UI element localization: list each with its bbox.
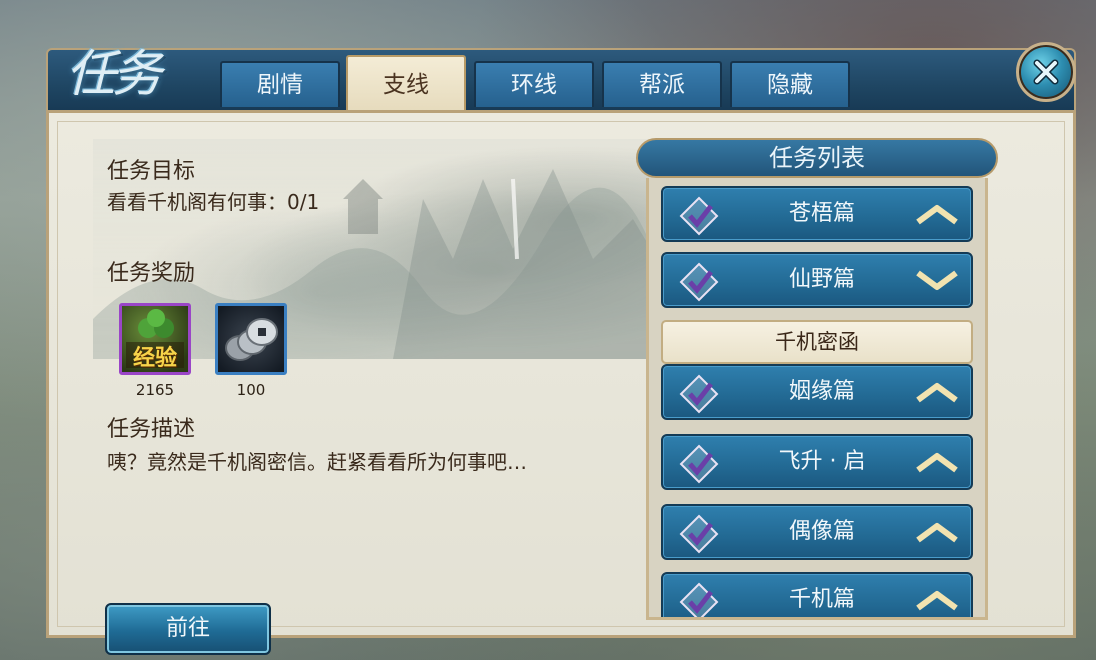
chevron-up-icon [916,453,958,473]
check-diamond-icon [679,582,719,617]
chevron-up-icon [916,383,958,403]
reward-heading: 任务奖励 [107,261,196,286]
close-icon [1033,59,1059,85]
tab-guild[interactable]: 帮派 [602,61,722,107]
quest-list[interactable]: 苍梧篇 仙野篇 千机密函 姻缘篇 飞升 · 启 偶像篇 千机篇 [646,178,988,620]
quest-group-xianye[interactable]: 仙野篇 [661,252,973,308]
goto-button[interactable]: 前往 [105,603,271,655]
chevron-up-icon [916,591,958,611]
quest-list-header: 任务列表 [636,138,998,178]
tab-side[interactable]: 支线 [346,55,466,111]
quest-group-label: 飞升 · 启 [778,449,866,474]
check-diamond-icon [679,444,719,484]
chevron-down-icon [916,270,958,290]
check-diamond-icon [679,196,719,236]
tab-loop[interactable]: 环线 [474,61,594,107]
quest-group-label: 偶像篇 [788,519,855,544]
exp-label: 经验 [132,346,177,371]
coin-stack-icon [225,318,278,361]
close-button[interactable] [1016,42,1076,102]
tab-hidden[interactable]: 隐藏 [730,61,850,107]
quest-group-label: 姻缘篇 [788,379,855,404]
quest-group-qianji[interactable]: 千机篇 [661,572,973,617]
quest-group-feisheng[interactable]: 飞升 · 启 [661,434,973,490]
check-diamond-icon [679,262,719,302]
quest-group-yinyuan[interactable]: 姻缘篇 [661,364,973,420]
quest-group-label: 千机篇 [788,587,855,612]
quest-item-qianji-letter[interactable]: 千机密函 [661,320,973,364]
check-diamond-icon [679,514,719,554]
quest-group-label: 仙野篇 [788,267,855,292]
desc-text: 咦？竟然是千机阁密信。赶紧看看所为何事吧… [107,450,527,474]
goal-text: 看看千机阁有何事：0/1 [107,190,320,214]
reward-exp[interactable]: 经验 [119,303,191,375]
quest-group-cangwu[interactable]: 苍梧篇 [661,186,973,242]
chevron-up-icon [916,523,958,543]
quest-group-label: 苍梧篇 [788,201,855,226]
window-title-calligraphy: 任务 [66,45,162,103]
chevron-up-icon [916,205,958,225]
goal-heading: 任务目标 [107,159,196,184]
quest-list-title: 任务列表 [769,144,865,172]
reward-coin-amount: 100 [236,381,266,399]
check-diamond-icon [679,374,719,414]
tab-story[interactable]: 剧情 [220,61,340,107]
desc-heading: 任务描述 [107,417,196,442]
quest-group-ouxiang[interactable]: 偶像篇 [661,504,973,560]
reward-exp-amount: 2165 [135,381,175,399]
reward-coin[interactable] [215,303,287,375]
